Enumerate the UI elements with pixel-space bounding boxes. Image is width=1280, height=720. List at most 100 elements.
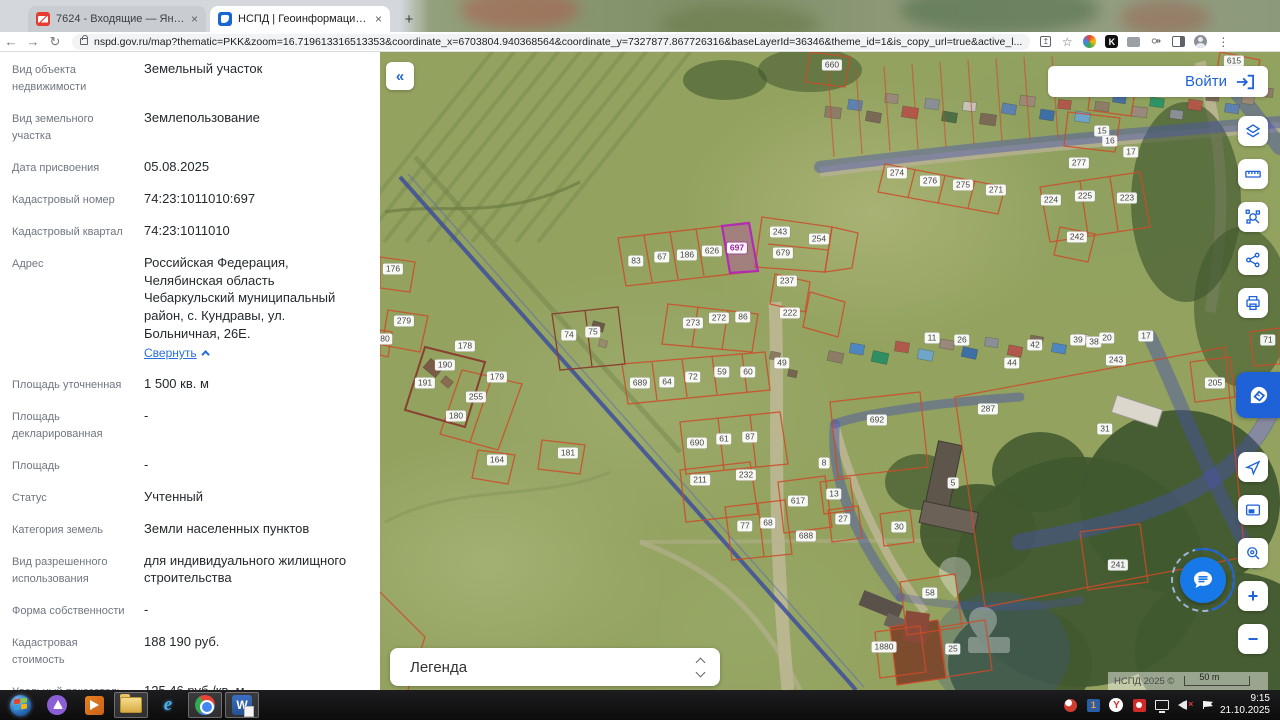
parcel-badge[interactable]: 77 (737, 521, 752, 532)
parcel-badge[interactable]: 224 (1041, 195, 1061, 206)
parcel-badge[interactable]: 59 (714, 367, 729, 378)
search-objects-tool-button[interactable] (1238, 202, 1268, 232)
media-player-button[interactable] (77, 692, 111, 718)
my-location-tool-button[interactable] (1238, 452, 1268, 482)
layers-tool-button[interactable] (1238, 116, 1268, 146)
side-panel-icon[interactable] (1172, 36, 1185, 47)
parcel-badge[interactable]: 30 (891, 522, 906, 533)
parcel-badge[interactable]: 186 (677, 250, 697, 261)
parcel-badge[interactable]: 692 (867, 415, 887, 426)
parcel-badge[interactable]: 31 (1097, 424, 1112, 435)
parcel-badge[interactable]: 61 (716, 434, 731, 445)
parcel-badge[interactable]: 275 (953, 180, 973, 191)
yandex-app-button[interactable] (40, 692, 74, 718)
chrome-button[interactable] (188, 692, 222, 718)
parcel-badge[interactable]: 180 (446, 411, 466, 422)
parcel-badge[interactable]: 16 (1102, 136, 1117, 147)
parcel-badge[interactable]: 80 (380, 334, 393, 345)
parcel-badge[interactable]: 64 (659, 377, 674, 388)
parcel-badge[interactable]: 86 (735, 312, 750, 323)
parcel-badge[interactable]: 83 (628, 256, 643, 267)
tray-action-center-icon[interactable] (1201, 698, 1216, 713)
zoom-in-button[interactable]: + (1238, 581, 1268, 611)
parcel-badge[interactable]: 271 (986, 185, 1006, 196)
parcel-badge[interactable]: 26 (954, 335, 969, 346)
extension-icon[interactable] (1083, 35, 1096, 48)
extensions-puzzle-icon[interactable]: ⚩ (1149, 35, 1163, 49)
map-canvas[interactable]: 6156601516172742762752712772242252232421… (380, 52, 1280, 690)
parcel-badge[interactable]: 25 (945, 644, 960, 655)
parcel-badge[interactable]: 222 (780, 308, 800, 319)
tab-yandex-mail[interactable]: 7624 - Входящие — Яндекс Поч... × (28, 6, 206, 32)
parcel-badge[interactable]: 223 (1117, 193, 1137, 204)
parcel-badge[interactable]: 181 (558, 448, 578, 459)
active-map-tool-button[interactable] (1236, 372, 1280, 418)
parcel-badge[interactable]: 164 (487, 455, 507, 466)
parcel-badge[interactable]: 243 (1106, 355, 1126, 366)
tray-record-icon[interactable] (1132, 698, 1147, 713)
parcel-badge[interactable]: 254 (809, 234, 829, 245)
parcel-badge[interactable]: 689 (630, 378, 650, 389)
parcel-badge[interactable]: 243 (770, 227, 790, 238)
parcel-badge[interactable]: 679 (773, 248, 793, 259)
tray-volume-muted-icon[interactable] (1178, 698, 1193, 713)
collapse-panel-button[interactable]: « (386, 62, 414, 90)
parcel-badge[interactable]: 71 (1260, 335, 1275, 346)
parcel-badge[interactable]: 17 (1138, 331, 1153, 342)
parcel-badge[interactable]: 274 (887, 168, 907, 179)
close-tab-icon[interactable]: × (191, 12, 198, 26)
file-explorer-button[interactable] (114, 692, 148, 718)
forward-icon[interactable]: → (22, 34, 44, 49)
support-chat-widget[interactable] (1171, 548, 1235, 612)
parcel-badge[interactable]: 179 (487, 372, 507, 383)
extension-grey-icon[interactable] (1127, 37, 1140, 47)
kaspersky-extension-icon[interactable]: K (1105, 35, 1118, 48)
parcel-badge[interactable]: 72 (685, 372, 700, 383)
parcel-badge[interactable]: 11 (925, 333, 940, 344)
parcel-badge[interactable]: 241 (1108, 560, 1128, 571)
parcel-badge[interactable]: 176 (383, 264, 403, 275)
close-tab-icon[interactable]: × (375, 12, 382, 26)
parcel-badge[interactable]: 44 (1004, 358, 1019, 369)
parcel-badge[interactable]: 232 (736, 470, 756, 481)
parcel-badge[interactable]: 277 (1069, 158, 1089, 169)
parcel-badge[interactable]: 1880 (872, 642, 897, 653)
tray-display-icon[interactable] (1155, 698, 1170, 713)
tray-app-sphere-icon[interactable] (1063, 698, 1078, 713)
parcel-badge[interactable]: 272 (709, 313, 729, 324)
zoom-out-button[interactable]: − (1238, 624, 1268, 654)
parcel-badge[interactable]: 617 (788, 496, 808, 507)
parcel-badge[interactable]: 60 (740, 367, 755, 378)
coordinate-search-tool-button[interactable] (1238, 538, 1268, 568)
parcel-badge[interactable]: 39 (1070, 335, 1085, 346)
parcel-badge[interactable]: 27 (835, 514, 850, 525)
login-button[interactable]: Войти (1048, 66, 1268, 97)
parcel-badge[interactable]: 87 (742, 432, 757, 443)
parcel-badge[interactable]: 74 (561, 330, 576, 341)
parcel-badge[interactable]: 287 (978, 404, 998, 415)
browser-menu-icon[interactable]: ⋮ (1216, 35, 1230, 49)
tray-yandex-icon[interactable]: Y (1109, 698, 1124, 713)
measure-tool-button[interactable] (1238, 159, 1268, 189)
tray-1c-icon[interactable]: 1 (1086, 698, 1101, 713)
start-button[interactable] (3, 692, 37, 718)
parcel-badge[interactable]: 191 (415, 378, 435, 389)
taskbar-clock[interactable]: 9:15 21.10.2025 (1220, 693, 1270, 718)
parcel-badge[interactable]: 225 (1075, 191, 1095, 202)
parcel-badge[interactable]: 615 (1224, 56, 1244, 67)
parcel-badge[interactable]: 8 (819, 458, 830, 469)
parcel-badge[interactable]: 13 (826, 489, 841, 500)
profile-avatar[interactable] (1194, 35, 1207, 48)
print-tool-button[interactable] (1238, 288, 1268, 318)
parcel-badge[interactable]: 273 (683, 318, 703, 329)
parcel-badge[interactable]: 690 (687, 438, 707, 449)
address-bar[interactable]: nspd.gov.ru/map?thematic=PKK&zoom=16.719… (72, 34, 1030, 50)
legend-dropdown[interactable]: Легенда (390, 648, 720, 686)
back-icon[interactable]: ← (0, 34, 22, 49)
parcel-badge[interactable]: 237 (777, 276, 797, 287)
parcel-badge[interactable]: 49 (774, 358, 789, 369)
collapse-address-link[interactable]: Свернуть (144, 345, 210, 361)
parcel-badge[interactable]: 190 (435, 360, 455, 371)
parcel-badge[interactable]: 17 (1123, 147, 1138, 158)
parcel-badge[interactable]: 67 (654, 252, 669, 263)
